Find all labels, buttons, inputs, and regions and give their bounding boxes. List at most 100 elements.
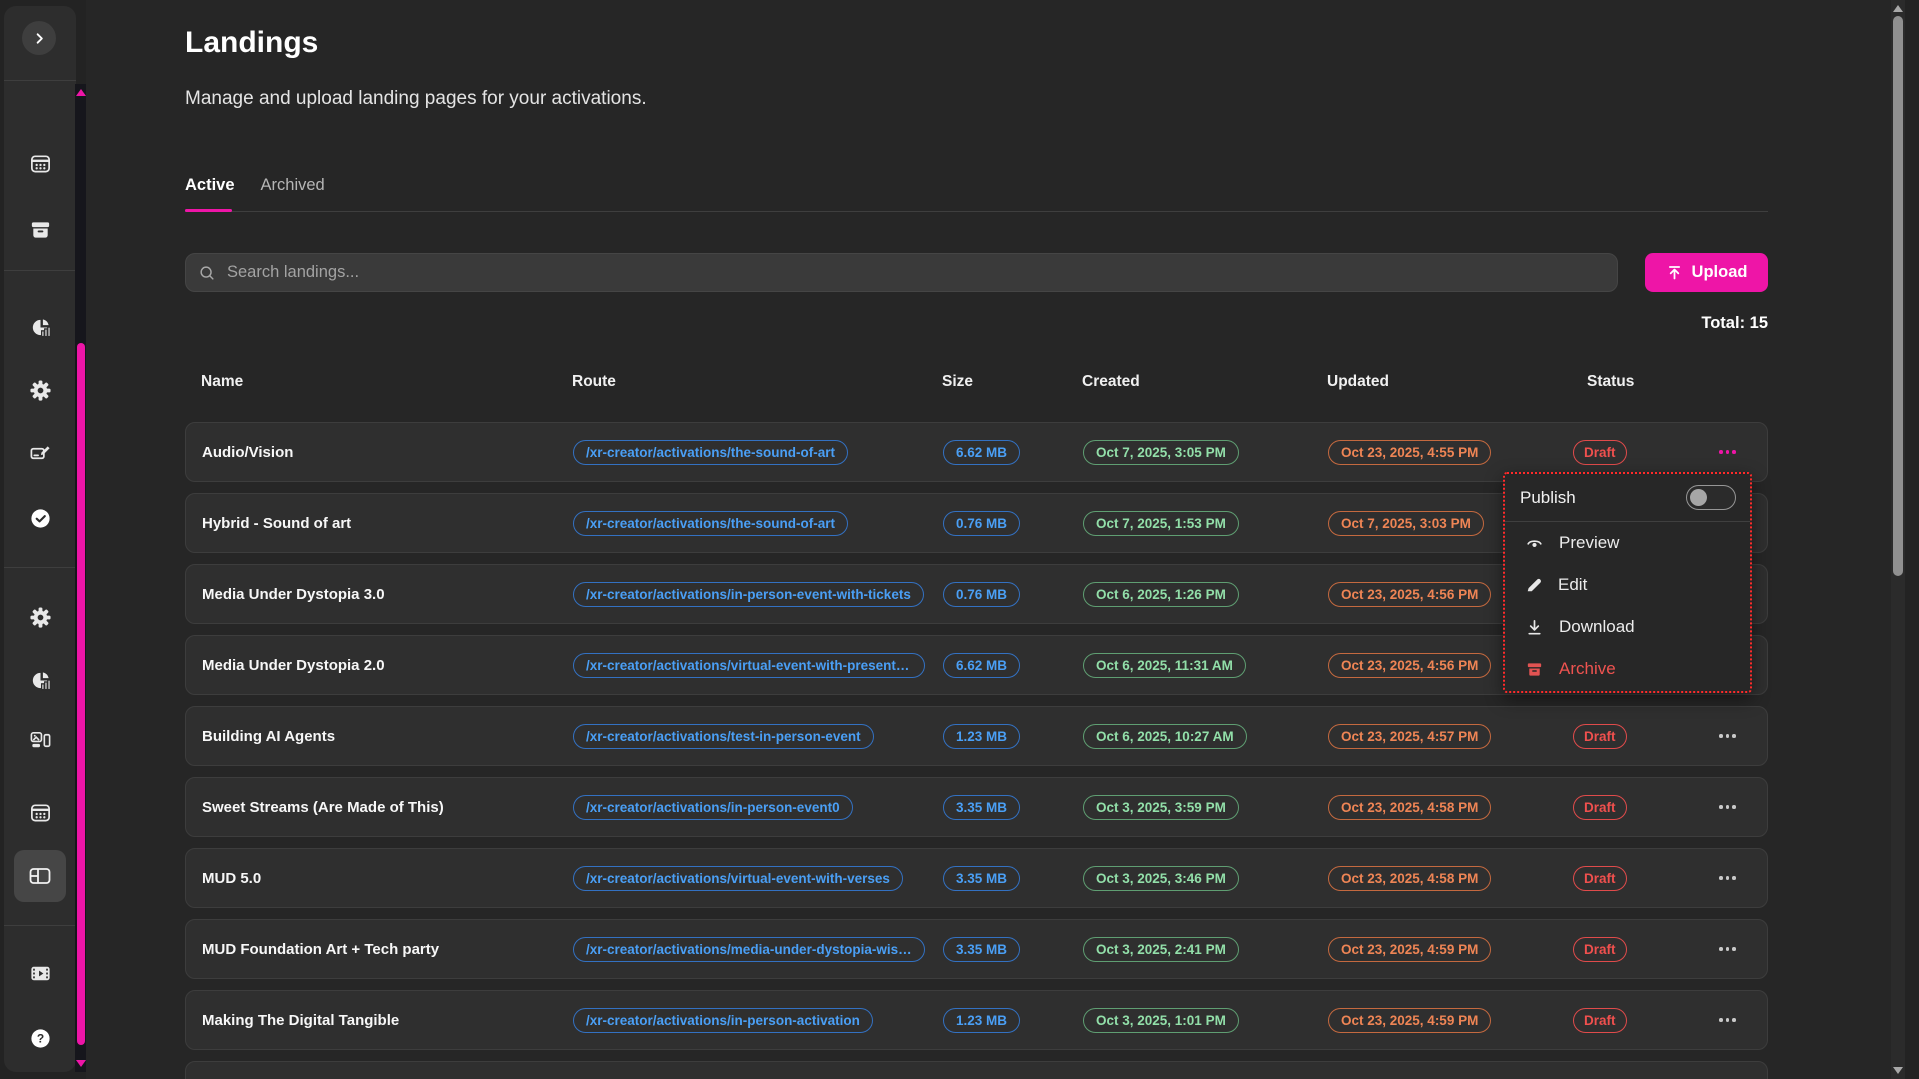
row-actions-button[interactable] <box>1713 941 1742 957</box>
page-scrollbar-thumb[interactable] <box>1893 16 1903 576</box>
scroll-up-arrow-icon[interactable] <box>76 89 86 96</box>
row-size-pill: 1.23 MB <box>943 724 1020 749</box>
column-header-size: Size <box>926 373 1066 391</box>
page-subtitle: Manage and upload landing pages for your… <box>185 88 647 110</box>
sidebar-expand-button[interactable] <box>22 21 56 55</box>
app-window: ? Landings Manage and upload landing pag… <box>0 0 1919 1079</box>
main-content: Landings Manage and upload landing pages… <box>86 0 1905 1079</box>
menu-item-archive[interactable]: Archive <box>1505 648 1750 690</box>
sidebar-item-approvals[interactable] <box>20 498 60 538</box>
scroll-down-arrow-icon[interactable] <box>1893 1067 1903 1074</box>
toggle-knob <box>1690 489 1707 506</box>
upload-button[interactable]: Upload <box>1645 253 1768 292</box>
ellipsis-icon <box>1719 734 1723 738</box>
sidebar-divider <box>4 567 76 568</box>
sidebar-item-analytics[interactable] <box>20 307 60 347</box>
menu-item-download[interactable]: Download <box>1505 606 1750 648</box>
row-updated-pill: Oct 23, 2025, 4:59 PM <box>1328 937 1491 962</box>
menu-item-edit[interactable]: Edit <box>1505 564 1750 606</box>
row-size-pill: 3.35 MB <box>943 866 1020 891</box>
sidebar-item-landings[interactable] <box>20 856 60 896</box>
sidebar-item-settings-2[interactable] <box>20 597 60 637</box>
sidebar-item-settings[interactable] <box>20 370 60 410</box>
sidebar-divider <box>4 925 76 926</box>
sidebar-item-calendar[interactable] <box>20 143 60 183</box>
ellipsis-icon <box>1719 450 1723 454</box>
row-size-pill: 0.76 MB <box>943 582 1020 607</box>
table-row: MUD 5.0 /xr-creator/activations/virtual-… <box>185 848 1768 908</box>
active-tab-indicator <box>185 209 232 212</box>
tab-active[interactable]: Active <box>185 176 235 203</box>
row-actions-button[interactable] <box>1713 444 1742 460</box>
row-status-badge: Draft <box>1573 866 1627 891</box>
scroll-down-arrow-icon[interactable] <box>76 1060 86 1067</box>
tab-bar: Active Archived <box>185 176 325 203</box>
row-created-pill: Oct 6, 2025, 1:26 PM <box>1083 582 1239 607</box>
sidebar-item-media[interactable] <box>20 720 60 760</box>
row-route-pill: /xr-creator/activations/in-person-activa… <box>573 1008 873 1033</box>
card-edit-icon <box>29 442 52 465</box>
row-actions-button[interactable] <box>1713 870 1742 886</box>
row-route-pill: /xr-creator/activations/the-sound-of-art <box>573 511 848 536</box>
ellipsis-icon <box>1719 876 1723 880</box>
table-row-partial <box>185 1061 1768 1079</box>
row-updated-pill: Oct 23, 2025, 4:59 PM <box>1328 1008 1491 1033</box>
sidebar: ? <box>0 0 86 1079</box>
row-name: Media Under Dystopia 2.0 <box>186 657 557 674</box>
upload-icon <box>1666 264 1683 281</box>
row-actions-button[interactable] <box>1713 799 1742 815</box>
row-name: Hybrid - Sound of art <box>186 515 557 532</box>
tab-archived[interactable]: Archived <box>261 176 325 203</box>
sidebar-item-help[interactable]: ? <box>20 1018 60 1058</box>
sidebar-item-archive[interactable] <box>20 209 60 249</box>
total-count: Total: 15 <box>1701 314 1768 333</box>
publish-toggle[interactable] <box>1686 485 1736 510</box>
sidebar-scrollbar[interactable] <box>75 84 86 1072</box>
sidebar-item-videos[interactable] <box>20 953 60 993</box>
page-title: Landings <box>185 26 318 60</box>
row-context-menu: Publish Preview Edit Download Archive <box>1503 472 1752 693</box>
row-name: Sweet Streams (Are Made of This) <box>186 799 557 816</box>
column-header-updated: Updated <box>1311 373 1557 391</box>
row-created-pill: Oct 3, 2025, 3:46 PM <box>1083 866 1239 891</box>
row-name: MUD Foundation Art + Tech party <box>186 941 557 958</box>
sidebar-divider <box>4 80 76 81</box>
row-size-pill: 3.35 MB <box>943 795 1020 820</box>
row-name: Media Under Dystopia 3.0 <box>186 586 557 603</box>
archive-box-icon <box>29 218 52 241</box>
row-size-pill: 3.35 MB <box>943 937 1020 962</box>
row-size-pill: 6.62 MB <box>943 440 1020 465</box>
row-updated-pill: Oct 7, 2025, 3:03 PM <box>1328 511 1484 536</box>
ellipsis-icon <box>1719 947 1723 951</box>
row-name: Building AI Agents <box>186 728 557 745</box>
layout-panels-icon <box>28 864 52 888</box>
eye-icon <box>1525 534 1544 553</box>
row-route-pill: /xr-creator/activations/the-sound-of-art <box>573 440 848 465</box>
row-route-pill: /xr-creator/activations/virtual-event-wi… <box>573 653 925 678</box>
pie-chart-icon <box>29 669 52 692</box>
row-actions-button[interactable] <box>1713 728 1742 744</box>
menu-item-preview[interactable]: Preview <box>1505 522 1750 564</box>
sidebar-scrollbar-thumb[interactable] <box>77 343 85 1045</box>
scroll-up-arrow-icon[interactable] <box>1893 5 1903 12</box>
row-route-pill: /xr-creator/activations/test-in-person-e… <box>573 724 874 749</box>
sidebar-item-calendar-2[interactable] <box>20 792 60 832</box>
sidebar-item-card-edit[interactable] <box>20 433 60 473</box>
row-updated-pill: Oct 23, 2025, 4:56 PM <box>1328 653 1491 678</box>
publish-label: Publish <box>1520 488 1576 508</box>
gear-icon <box>29 379 52 402</box>
search-box[interactable] <box>185 253 1618 292</box>
page-scrollbar[interactable] <box>1891 0 1905 1079</box>
calendar-icon <box>29 152 52 175</box>
row-actions-button[interactable] <box>1713 1012 1742 1028</box>
search-input[interactable] <box>225 262 1605 283</box>
sidebar-item-analytics-2[interactable] <box>20 660 60 700</box>
ellipsis-icon <box>1719 1018 1723 1022</box>
row-status-badge: Draft <box>1573 440 1627 465</box>
row-route-pill: /xr-creator/activations/media-under-dyst… <box>573 937 925 962</box>
row-created-pill: Oct 6, 2025, 11:31 AM <box>1083 653 1246 678</box>
row-status-badge: Draft <box>1573 795 1627 820</box>
column-header-created: Created <box>1066 373 1311 391</box>
menu-item-label: Download <box>1559 617 1635 637</box>
download-icon <box>1525 618 1544 637</box>
